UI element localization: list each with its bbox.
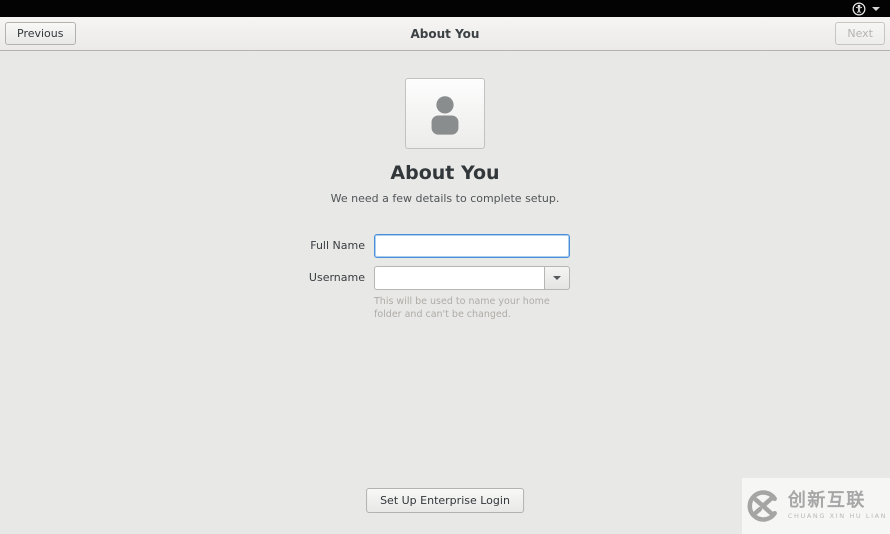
about-you-heading: About You <box>390 162 500 184</box>
username-field-group: This will be used to name your home fold… <box>374 266 574 322</box>
watermark-text: 创新互联 CHUANG XIN HU LIAN <box>788 492 887 520</box>
system-top-bar <box>0 0 890 17</box>
full-name-row: Full Name <box>296 234 574 258</box>
about-you-form: Full Name Username This will be used to … <box>296 234 574 330</box>
previous-button[interactable]: Previous <box>5 22 76 45</box>
next-button[interactable]: Next <box>835 22 885 45</box>
watermark-en-text: CHUANG XIN HU LIAN <box>787 512 888 521</box>
dropdown-caret-icon <box>553 276 561 280</box>
enterprise-login-button[interactable]: Set Up Enterprise Login <box>366 488 524 513</box>
about-you-page: About You We need a few details to compl… <box>0 52 890 534</box>
watermark-cn-text: 创新互联 <box>787 490 866 512</box>
accessibility-icon <box>852 2 866 16</box>
status-menu-caret-icon <box>872 6 880 11</box>
avatar-picker-button[interactable] <box>405 78 485 149</box>
watermark-logo-icon <box>745 488 781 524</box>
status-menu[interactable] <box>848 0 884 17</box>
username-label: Username <box>308 271 365 284</box>
username-row: Username This will be used to name your … <box>296 266 574 322</box>
page-title: About You <box>410 26 480 41</box>
username-combo <box>374 266 574 290</box>
username-help-text: This will be used to name your home fold… <box>374 296 550 321</box>
username-input[interactable] <box>374 266 544 290</box>
full-name-label: Full Name <box>310 239 365 252</box>
watermark-badge: 创新互联 CHUANG XIN HU LIAN <box>742 478 890 534</box>
username-dropdown-button[interactable] <box>544 266 570 290</box>
about-you-subtitle: We need a few details to complete setup. <box>330 192 560 205</box>
headerbar: Previous About You Next <box>0 17 890 51</box>
full-name-input[interactable] <box>374 234 570 258</box>
avatar-person-icon <box>421 90 469 138</box>
